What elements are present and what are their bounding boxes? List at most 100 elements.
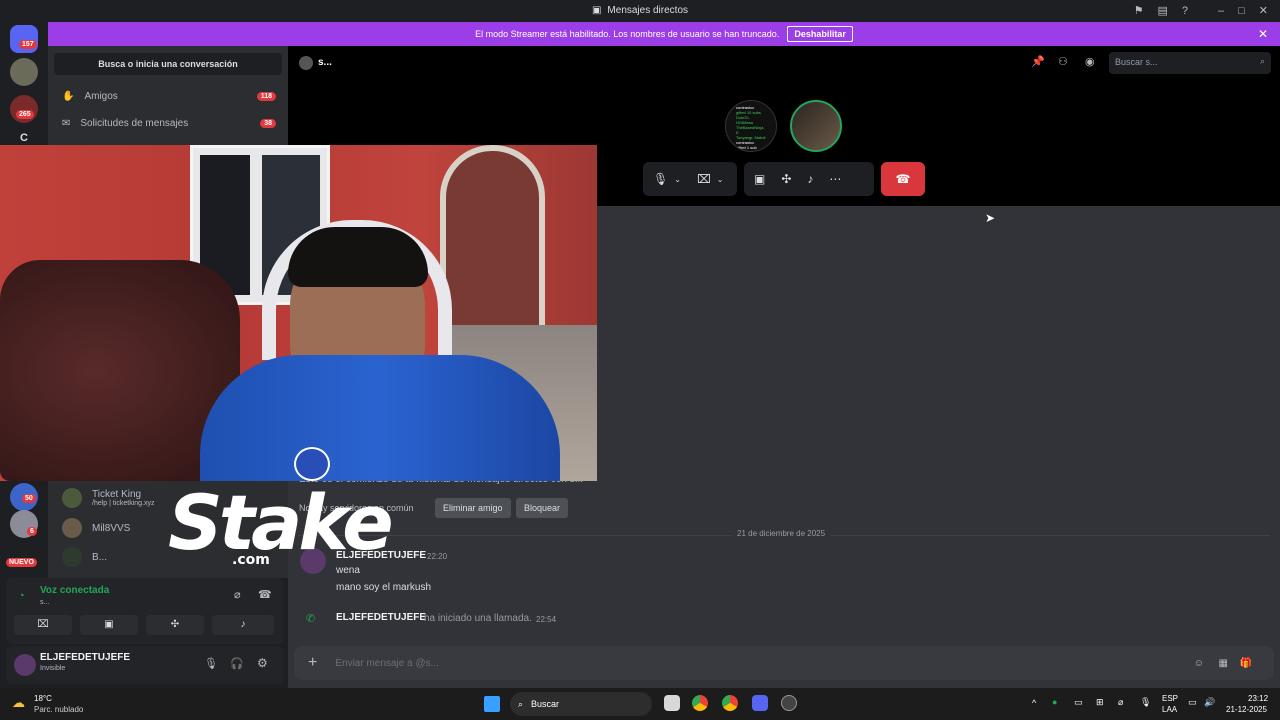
more-icon[interactable]: ⋯ <box>829 172 841 186</box>
soundboard-button[interactable]: ♪ <box>212 615 274 635</box>
chevron-up-icon[interactable]: ^ <box>1032 698 1036 708</box>
friends-item[interactable]: ✋ Amigos 118 <box>54 84 282 108</box>
friends-label: Amigos <box>84 90 118 102</box>
clock-date[interactable]: 21-12-2025 <box>1226 705 1267 714</box>
banner-text: El modo Streamer está habilitado. Los no… <box>475 29 780 39</box>
emoji-icon[interactable]: ☺ <box>1194 658 1204 669</box>
avatar <box>62 488 82 508</box>
message-requests-item[interactable]: ✉ Solicitudes de mensajes 38 <box>54 111 282 135</box>
message-time: 22:20 <box>427 552 448 561</box>
gif-icon[interactable]: ▦ <box>1219 658 1228 669</box>
mail-icon: ✉ <box>62 117 71 129</box>
search-input[interactable]: Buscar s... ⌕ <box>1109 52 1271 74</box>
date-label: 21 de diciembre de 2025 <box>731 529 832 538</box>
window-title: Mensajes directos <box>607 5 689 16</box>
server-icon[interactable] <box>10 58 38 86</box>
chrome-icon[interactable] <box>692 695 708 711</box>
maximize-button[interactable]: □ <box>1238 5 1245 17</box>
noise-suppression-icon[interactable]: ⌀ <box>234 588 241 601</box>
activities-icon[interactable]: ✣ <box>781 172 791 186</box>
webcam-overlay <box>0 145 597 481</box>
tray-icon[interactable]: ⌀ <box>1118 697 1123 708</box>
clock-time[interactable]: 23:12 <box>1248 694 1268 703</box>
network-icon[interactable]: ▭ <box>1188 697 1197 708</box>
server-badge: 6 <box>27 527 37 536</box>
flag-icon[interactable]: ⚑ <box>1134 4 1144 17</box>
mirror <box>440 145 545 355</box>
disconnect-icon[interactable]: ☎ <box>258 588 272 601</box>
search-icon: ⌕ <box>518 698 524 709</box>
camera-button[interactable]: ⌧ <box>14 615 72 635</box>
tray-icon[interactable]: ● <box>1052 697 1057 707</box>
headphones-icon[interactable]: 🎧 <box>230 657 244 670</box>
find-conversation-button[interactable]: Busca o inicia una conversación <box>54 53 282 75</box>
tray-icon[interactable]: ⊞ <box>1096 697 1104 708</box>
jersey <box>200 355 560 481</box>
language-bottom[interactable]: LAA <box>1162 705 1177 714</box>
call-author[interactable]: ELJEFEDETUJEFE <box>336 612 426 623</box>
channel-header-name: s... <box>318 57 332 68</box>
microphone-icon[interactable]: 🎙 <box>204 657 218 670</box>
pin-icon[interactable]: 📌 <box>1031 55 1045 68</box>
phone-hangup-icon: ☎ <box>895 172 911 186</box>
user-name[interactable]: ELJEFEDETUJEFE <box>40 652 130 663</box>
tile-line: DokO0, HOtMesa <box>736 115 753 125</box>
windows-start-icon[interactable] <box>484 696 500 712</box>
settings-gear-icon[interactable]: ⚙ <box>257 656 268 670</box>
search-icon: ⌕ <box>1259 56 1265 66</box>
block-button[interactable]: Bloquear <box>516 498 569 518</box>
file-explorer-icon[interactable] <box>664 695 680 711</box>
hang-up-button[interactable]: ☎ <box>881 162 925 196</box>
gift-icon[interactable]: 🎁 <box>1240 658 1252 669</box>
help-icon[interactable]: ? <box>1182 5 1188 17</box>
server-letter[interactable]: C <box>20 132 28 144</box>
message-input[interactable]: Enviar mensaje a @s... <box>335 658 439 669</box>
microphone-icon[interactable]: 🎙 <box>1140 697 1151 708</box>
voice-connected-panel: ◔ Voz conectada s... ⌀ ☎ ⌧ ▣ ✣ ♪ <box>6 578 283 644</box>
message-composer: + Enviar mensaje a @s... ☺ ▦ 🎁 <box>294 646 1274 680</box>
share-screen-icon[interactable]: ▣ <box>754 172 765 186</box>
weather-temp[interactable]: 18°C <box>34 694 52 703</box>
signal-icon: ◔ <box>18 590 25 602</box>
friends-badge: 118 <box>256 91 276 101</box>
taskbar-search[interactable]: ⌕ Buscar <box>510 692 652 716</box>
share-screen-button[interactable]: ▣ <box>80 615 138 635</box>
participant-avatar[interactable] <box>790 100 842 152</box>
avatar[interactable] <box>14 654 36 676</box>
activity-controls: ▣ ✣ ♪ ⋯ <box>744 162 874 196</box>
weather-desc[interactable]: Parc. nublado <box>34 705 83 714</box>
close-banner-icon[interactable]: ✕ <box>1258 27 1268 41</box>
tray-icon[interactable]: ▭ <box>1074 697 1083 708</box>
attach-plus-icon[interactable]: + <box>308 654 317 672</box>
new-badge: NUEVO <box>6 558 37 567</box>
close-window-button[interactable]: ✕ <box>1259 4 1268 17</box>
disable-streamer-button[interactable]: Deshabilitar <box>787 26 853 42</box>
dm-sub: /help | ticketking.xyz <box>92 500 155 507</box>
microphone-toggle-icon[interactable]: 🎙 <box>653 172 668 186</box>
language-top[interactable]: ESP <box>1162 694 1178 703</box>
soundboard-icon[interactable]: ♪ <box>807 172 813 186</box>
voice-status[interactable]: Voz conectada <box>40 585 109 596</box>
user-panel: ELJEFEDETUJEFE Invisible 🎙 🎧 ⚙ <box>6 646 283 684</box>
app-icon[interactable] <box>781 695 797 711</box>
title-bar: ▣ Mensajes directos ⚑ ▤ ? – □ ✕ <box>0 0 1280 21</box>
volume-icon[interactable]: 🔊 <box>1204 697 1215 708</box>
weather-icon[interactable]: ☁ <box>12 695 25 711</box>
windows-taskbar: ☁ 18°C Parc. nublado ⌕ Buscar ^ ● ▭ ⊞ ⌀ … <box>0 688 1280 720</box>
minimize-button[interactable]: – <box>1218 5 1224 17</box>
camera-off-icon[interactable]: ⌧ <box>697 172 711 186</box>
profile-icon[interactable]: ◉ <box>1085 55 1095 68</box>
dm-name: Ticket King <box>92 489 142 500</box>
chevron-down-icon[interactable]: ⌄ <box>674 175 681 184</box>
activities-button[interactable]: ✣ <box>146 615 204 635</box>
chrome-icon[interactable] <box>722 695 738 711</box>
discord-icon[interactable] <box>752 695 768 711</box>
voice-channel[interactable]: s... <box>40 599 49 606</box>
chevron-down-icon[interactable]: ⌄ <box>717 175 724 184</box>
inbox-tray-icon[interactable]: ▤ <box>1157 4 1167 17</box>
stream-tile[interactable]: contrastcc gifted 10 subs DokO0, HOtMesa… <box>725 100 777 152</box>
remove-friend-button[interactable]: Eliminar amigo <box>435 498 511 518</box>
tile-line: gifted 1 sub <box>736 145 757 150</box>
add-friend-icon[interactable]: ⚇ <box>1058 55 1068 68</box>
wave-icon: ✋ <box>62 90 75 102</box>
